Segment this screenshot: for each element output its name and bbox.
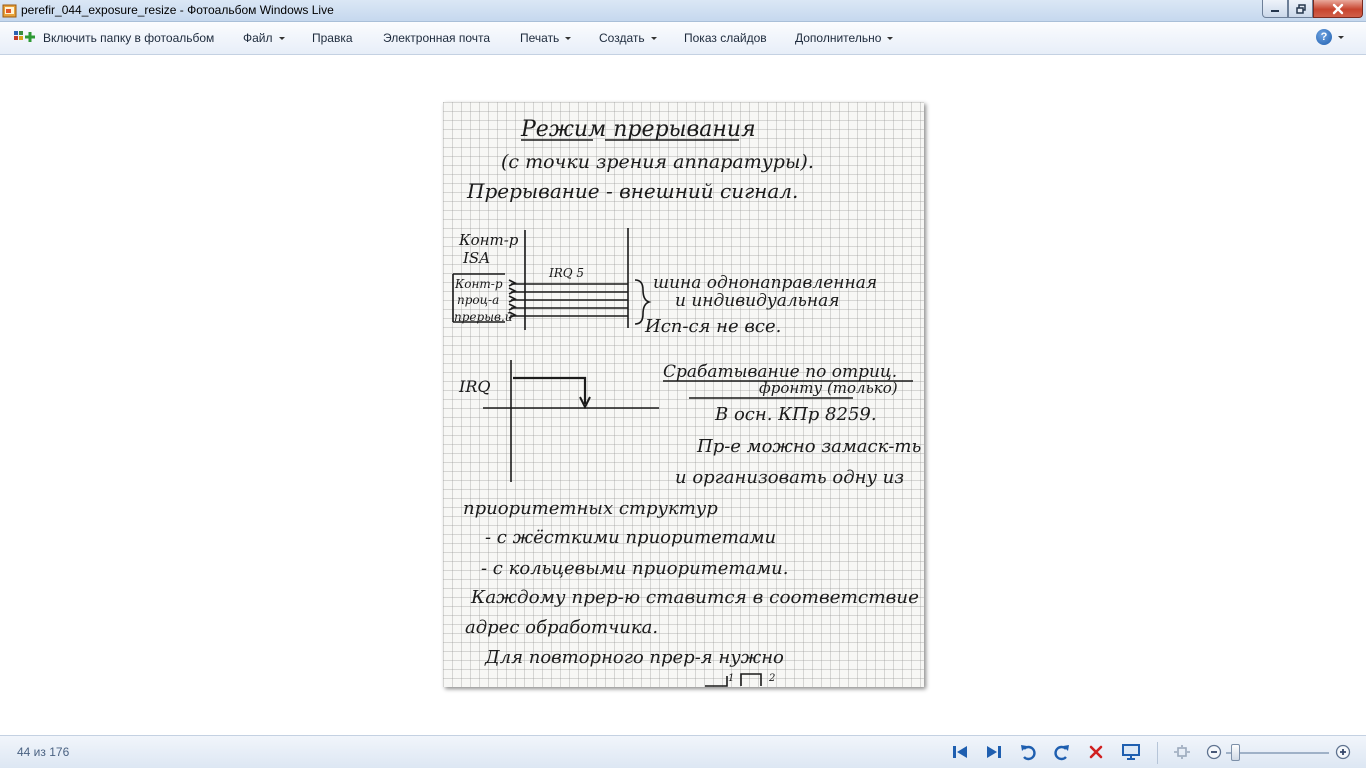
note-line: IRQ 5 (548, 266, 584, 280)
help-button[interactable]: ? (1316, 29, 1344, 45)
actual-size-icon (1174, 745, 1190, 759)
zoom-slider-track[interactable] (1226, 752, 1329, 754)
chevron-down-icon (650, 36, 657, 40)
file-menu[interactable]: Файл (243, 31, 285, 45)
note-line: Пр-е можно замаск-ть (696, 436, 921, 457)
rotate-left-button[interactable] (1018, 742, 1038, 762)
note-line: проц-а (457, 293, 499, 307)
next-icon (987, 746, 1001, 758)
rotate-right-icon (1054, 745, 1069, 761)
irq-signal (513, 376, 587, 404)
close-icon (1332, 3, 1344, 14)
zoom-out-icon (1206, 744, 1222, 760)
note-line: 2 (768, 673, 775, 684)
note-line: Исп-ся не все. (644, 316, 781, 337)
window-title: perefir_044_exposure_resize - Фотоальбом… (21, 3, 334, 17)
minimize-button[interactable] (1262, 0, 1288, 18)
zoom-slider-thumb[interactable] (1230, 744, 1240, 761)
include-folder-icon (14, 31, 35, 42)
delete-icon (1089, 745, 1103, 759)
note-line: Для повторного прер-я нужно (484, 647, 784, 668)
email-menu[interactable]: Электронная почта (383, 31, 490, 45)
chevron-down-icon (565, 36, 572, 40)
next-button[interactable] (984, 742, 1004, 762)
maximize-icon (1295, 3, 1306, 14)
handwritten-notes: Режим прерывания (с точки зрения аппарат… (452, 117, 921, 687)
print-menu[interactable]: Печать (520, 31, 572, 45)
chevron-down-icon (887, 36, 894, 40)
help-icon: ? (1316, 29, 1332, 45)
note-line: В осн. КПр 8259. (714, 404, 877, 425)
photo-image[interactable]: Режим прерывания (с точки зрения аппарат… (443, 102, 924, 687)
note-line: Прерывание - внешний сигнал. (466, 179, 798, 203)
actual-size-button[interactable] (1172, 742, 1192, 762)
edit-menu[interactable]: Правка (312, 31, 353, 45)
zoom-in-button[interactable] (1333, 742, 1353, 762)
note-line: (с точки зрения аппаратуры). (501, 151, 814, 173)
chevron-down-icon (278, 36, 285, 40)
rotate-right-button[interactable] (1052, 742, 1072, 762)
note-line: Конт-р (458, 231, 519, 249)
zoom-in-icon (1335, 744, 1351, 760)
zoom-out-button[interactable] (1204, 742, 1224, 762)
maximize-button[interactable] (1288, 0, 1313, 18)
note-line: и индивидуальная (675, 291, 840, 311)
app-photo-icon (2, 4, 17, 18)
note-line: IRQ (458, 377, 490, 396)
chevron-down-icon (1338, 35, 1344, 39)
note-line: шина однонаправленная (653, 273, 877, 293)
previous-button[interactable] (950, 742, 970, 762)
note-line: Режим прерывания (520, 117, 756, 142)
slideshow-icon (1122, 744, 1140, 760)
include-folder-menu[interactable]: Включить папку в фотоальбом (43, 31, 214, 45)
minimize-icon (1271, 9, 1279, 12)
note-line: ISA (462, 249, 490, 267)
photo-view-area: Режим прерывания (с точки зрения аппарат… (0, 56, 1366, 735)
menu-bar: Включить папку в фотоальбом Файл Правка … (0, 22, 1366, 55)
note-line: приоритетных структур (463, 498, 718, 519)
photo-viewer-window: perefir_044_exposure_resize - Фотоальбом… (0, 0, 1366, 768)
more-menu[interactable]: Дополнительно (795, 31, 894, 45)
rotate-left-icon (1021, 745, 1036, 761)
note-line: - с жёсткими приоритетами (485, 527, 776, 548)
slideshow-button[interactable] (1121, 742, 1141, 762)
title-bar: perefir_044_exposure_resize - Фотоальбом… (0, 0, 1366, 22)
note-line: - с кольцевыми приоритетами. (481, 558, 788, 579)
bus-lines (511, 283, 628, 317)
close-button[interactable] (1313, 0, 1363, 18)
note-line: Конт-р (454, 277, 503, 291)
note-line: и организовать одну из (675, 467, 904, 488)
previous-icon (953, 746, 967, 758)
create-menu[interactable]: Создать (599, 31, 657, 45)
note-line: 1 (728, 673, 734, 684)
status-bar: 44 из 176 (0, 735, 1366, 768)
delete-button[interactable] (1086, 742, 1106, 762)
slideshow-menu[interactable]: Показ слайдов (684, 31, 767, 45)
toolbar-separator (1157, 742, 1158, 764)
note-line: Каждому прер-ю ставится в соответствие (470, 587, 919, 608)
note-line: адрес обработчика. (465, 617, 658, 638)
photo-counter: 44 из 176 (17, 745, 70, 759)
